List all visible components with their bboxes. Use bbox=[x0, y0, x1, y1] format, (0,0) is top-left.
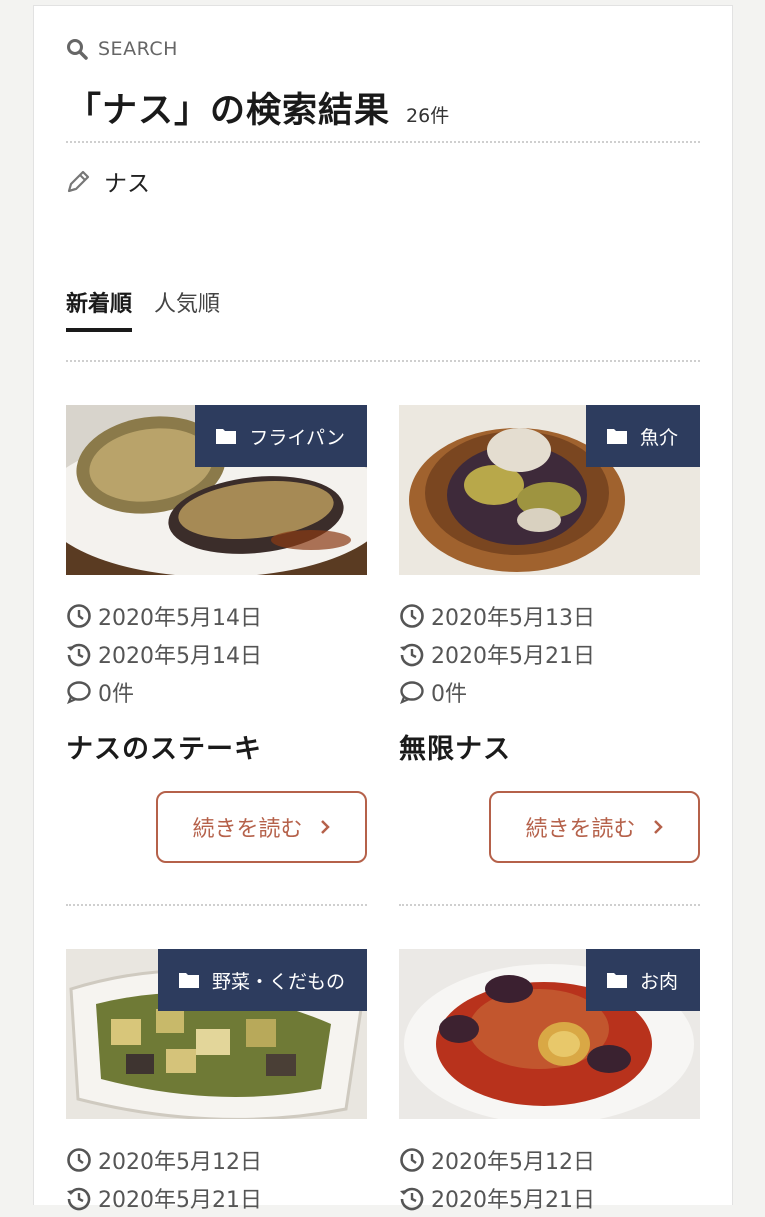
comment-count: 0件 bbox=[399, 673, 700, 711]
chevron-right-icon bbox=[653, 820, 663, 834]
sort-tabs: 新着順 人気順 bbox=[66, 286, 220, 332]
divider bbox=[66, 360, 700, 362]
tab-newest[interactable]: 新着順 bbox=[66, 286, 133, 332]
recipe-card[interactable]: 野菜・くだもの 2020年5月12日 2020年5月21日 bbox=[66, 949, 367, 1217]
category-badge[interactable]: フライパン bbox=[195, 405, 367, 467]
published-date: 2020年5月13日 bbox=[399, 597, 700, 635]
history-icon bbox=[400, 1187, 424, 1211]
divider bbox=[399, 904, 700, 906]
category-badge[interactable]: お肉 bbox=[585, 949, 700, 1011]
tab-popular[interactable]: 人気順 bbox=[154, 286, 220, 332]
history-icon bbox=[400, 643, 424, 667]
recipe-card[interactable]: フライパン 2020年5月14日 2020年5月14日 0件 ナスのステーキ 続… bbox=[66, 405, 367, 863]
divider bbox=[66, 141, 700, 143]
updated-date: 2020年5月21日 bbox=[66, 1179, 367, 1217]
search-icon bbox=[67, 39, 88, 60]
results-count: 26件 bbox=[406, 105, 450, 127]
folder-icon bbox=[178, 973, 199, 988]
history-icon bbox=[67, 643, 91, 667]
recipe-thumbnail[interactable]: フライパン bbox=[66, 405, 367, 575]
clock-icon bbox=[67, 604, 91, 628]
recipe-title[interactable]: 無限ナス bbox=[399, 727, 700, 766]
updated-date: 2020年5月21日 bbox=[399, 635, 700, 673]
clock-icon bbox=[67, 1148, 91, 1172]
category-badge[interactable]: 野菜・くだもの bbox=[157, 949, 367, 1011]
search-results-page: SEARCH 「ナス」の検索結果 26件 ナス 新着順 人気順 フライパン 20… bbox=[33, 5, 733, 1213]
search-heading: SEARCH bbox=[66, 38, 178, 60]
post-meta: 2020年5月14日 2020年5月14日 0件 bbox=[66, 597, 367, 711]
recipe-thumbnail[interactable]: 野菜・くだもの bbox=[66, 949, 367, 1119]
page-title: 「ナス」の検索結果 bbox=[66, 91, 391, 131]
folder-icon bbox=[606, 973, 627, 988]
category-label: お肉 bbox=[639, 970, 678, 993]
updated-date: 2020年5月14日 bbox=[66, 635, 367, 673]
post-meta: 2020年5月13日 2020年5月21日 0件 bbox=[399, 597, 700, 711]
recipe-card[interactable]: お肉 2020年5月12日 2020年5月21日 bbox=[399, 949, 700, 1217]
category-label: 野菜・くだもの bbox=[211, 970, 345, 993]
recipe-card[interactable]: 魚介 2020年5月13日 2020年5月21日 0件 無限ナス 続きを読む bbox=[399, 405, 700, 863]
category-label: 魚介 bbox=[639, 426, 678, 449]
comment-icon bbox=[67, 681, 91, 704]
clock-icon bbox=[400, 604, 424, 628]
category-label: フライパン bbox=[249, 426, 345, 449]
chevron-right-icon bbox=[320, 820, 330, 834]
category-badge[interactable]: 魚介 bbox=[585, 405, 700, 467]
read-more-button[interactable]: 続きを読む bbox=[156, 791, 367, 863]
search-label: SEARCH bbox=[98, 38, 178, 60]
divider bbox=[66, 904, 367, 906]
clock-icon bbox=[400, 1148, 424, 1172]
folder-icon bbox=[606, 429, 627, 444]
pencil-icon bbox=[67, 170, 90, 193]
history-icon bbox=[67, 1187, 91, 1211]
recipe-thumbnail[interactable]: 魚介 bbox=[399, 405, 700, 575]
comment-icon bbox=[400, 681, 424, 704]
folder-icon bbox=[216, 429, 237, 444]
read-more-button[interactable]: 続きを読む bbox=[489, 791, 700, 863]
published-date: 2020年5月12日 bbox=[66, 1141, 367, 1179]
recipe-thumbnail[interactable]: お肉 bbox=[399, 949, 700, 1119]
search-keyword: ナス bbox=[104, 171, 150, 197]
post-meta: 2020年5月12日 2020年5月21日 bbox=[66, 1141, 367, 1217]
published-date: 2020年5月14日 bbox=[66, 597, 367, 635]
recipe-title[interactable]: ナスのステーキ bbox=[66, 727, 367, 766]
comment-count: 0件 bbox=[66, 673, 367, 711]
search-keyword-row: ナス bbox=[66, 164, 150, 198]
published-date: 2020年5月12日 bbox=[399, 1141, 700, 1179]
post-meta: 2020年5月12日 2020年5月21日 bbox=[399, 1141, 700, 1217]
results-title-row: 「ナス」の検索結果 26件 bbox=[66, 82, 449, 133]
updated-date: 2020年5月21日 bbox=[399, 1179, 700, 1217]
